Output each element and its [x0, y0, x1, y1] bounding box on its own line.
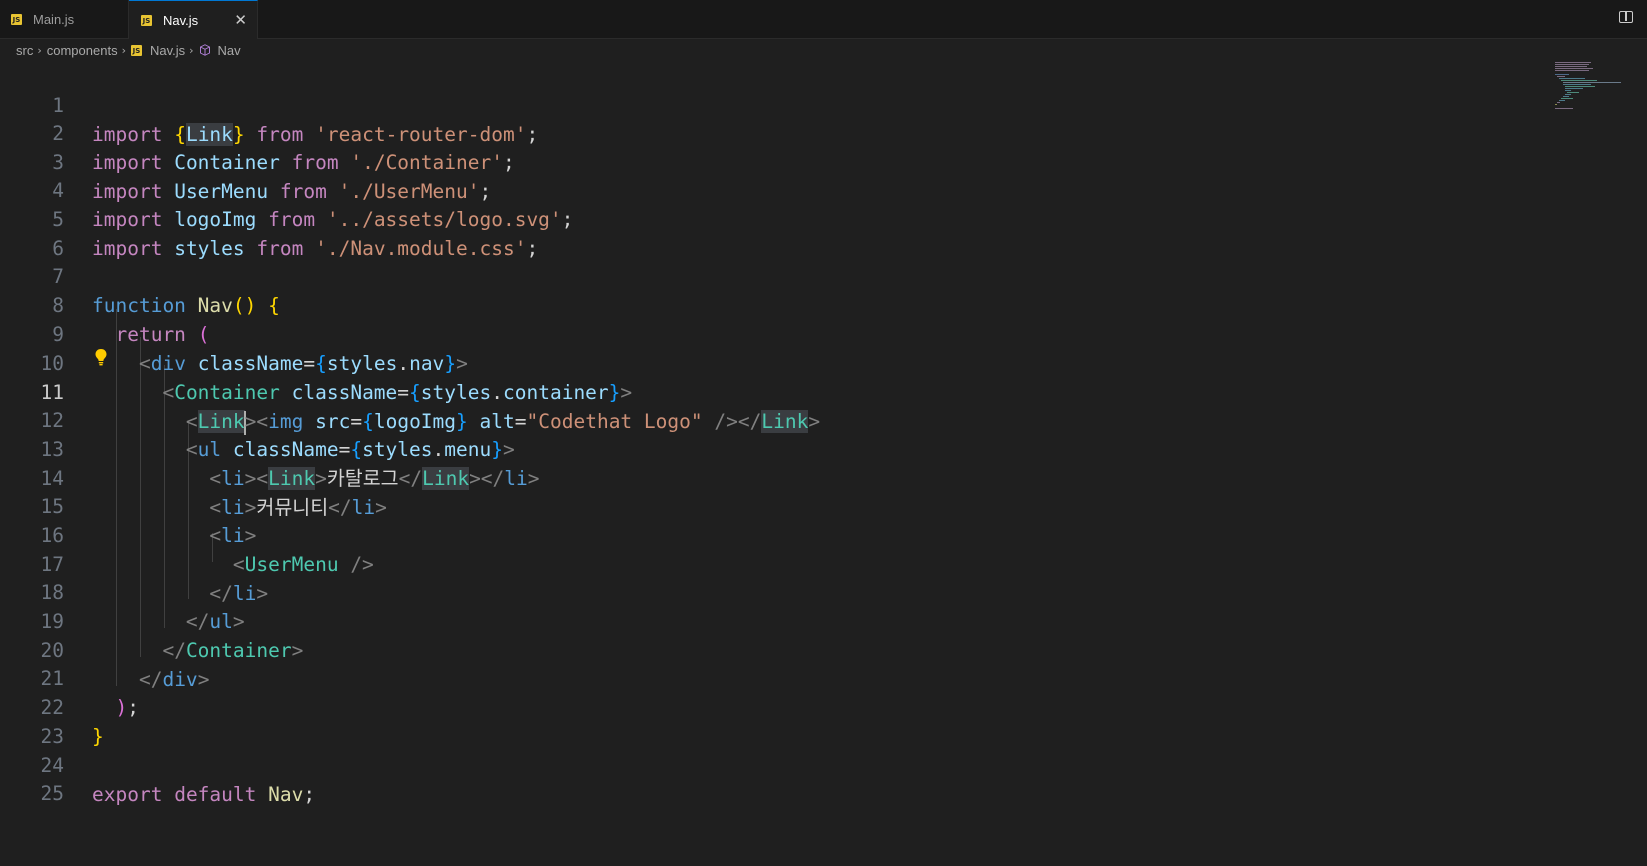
split-editor-icon[interactable]	[1619, 11, 1633, 23]
chevron-right-icon: ›	[37, 43, 42, 57]
code-line[interactable]: 22 }	[0, 664, 1540, 748]
code-line[interactable]: 21 );	[0, 635, 1540, 719]
code-line[interactable]: 16 <UserMenu />	[0, 492, 1540, 576]
code-line-active[interactable]: 11 <Link><img src={logoImg} alt="Codetha…	[0, 349, 1540, 435]
tab-main-js[interactable]: JS Main.js	[0, 0, 129, 38]
breadcrumb: src › components › JS Nav.js › Nav	[0, 39, 241, 61]
symbol-cube-icon	[199, 44, 210, 56]
breadcrumb-symbol[interactable]: Nav	[218, 43, 241, 58]
js-file-icon: JS	[11, 13, 22, 25]
code-line[interactable]: 9 <div className={styles.nav}>	[0, 291, 1540, 375]
code-line[interactable]: 19 </Container>	[0, 578, 1540, 662]
code-line[interactable]: 20 </div>	[0, 607, 1540, 691]
chevron-right-icon: ›	[121, 43, 126, 57]
tab-label: Nav.js	[163, 12, 199, 28]
code-line[interactable]: 1 import {Link} from 'react-router-dom';	[0, 62, 1540, 146]
code-line[interactable]: 6	[0, 205, 1540, 260]
code-line[interactable]: 15 <li>	[0, 463, 1540, 547]
code-line[interactable]: 5 import styles from './Nav.module.css';	[0, 176, 1540, 260]
code-line[interactable]: 14 <li>커뮤니티</li>	[0, 435, 1540, 519]
tab-bar: JS Main.js JS Nav.js ✕	[0, 0, 1647, 39]
code-line[interactable]: 18 </ul>	[0, 549, 1540, 633]
breadcrumb-src[interactable]: src	[16, 43, 33, 58]
code-line[interactable]: 2 import Container from './Container';	[0, 90, 1540, 174]
code-editor[interactable]: 1 import {Link} from 'react-router-dom';…	[0, 62, 1647, 814]
code-line[interactable]: 23	[0, 693, 1540, 748]
code-line[interactable]: 7 function Nav() {	[0, 233, 1540, 317]
code-line[interactable]: 13 <li><Link>카탈로그</Link></li>	[0, 406, 1540, 490]
minimap[interactable]	[1555, 62, 1625, 122]
breadcrumb-file[interactable]: Nav.js	[150, 43, 185, 58]
code-line[interactable]: 3 import UserMenu from './UserMenu';	[0, 119, 1540, 203]
code-text: export default Nav;	[92, 783, 316, 806]
code-line[interactable]: 24 export default Nav;	[0, 722, 1540, 806]
code-line[interactable]: 25	[0, 750, 1540, 805]
code-line[interactable]: 4 import logoImg from '../assets/logo.sv…	[0, 147, 1540, 231]
code-line[interactable]: 10 <Container className={styles.containe…	[0, 320, 1540, 404]
code-line[interactable]: 8 return (	[0, 262, 1540, 346]
tab-nav-js[interactable]: JS Nav.js ✕	[129, 0, 258, 39]
tab-label: Main.js	[33, 11, 75, 27]
close-icon[interactable]: ✕	[234, 11, 247, 29]
line-number: 25	[40, 782, 64, 805]
js-file-icon: JS	[141, 14, 152, 26]
code-line[interactable]: 17 </li>	[0, 521, 1540, 605]
js-file-icon: JS	[130, 44, 142, 56]
chevron-right-icon: ›	[189, 43, 194, 57]
breadcrumb-components[interactable]: components	[47, 43, 118, 58]
code-line[interactable]: 12 <ul className={styles.menu}>	[0, 377, 1540, 461]
